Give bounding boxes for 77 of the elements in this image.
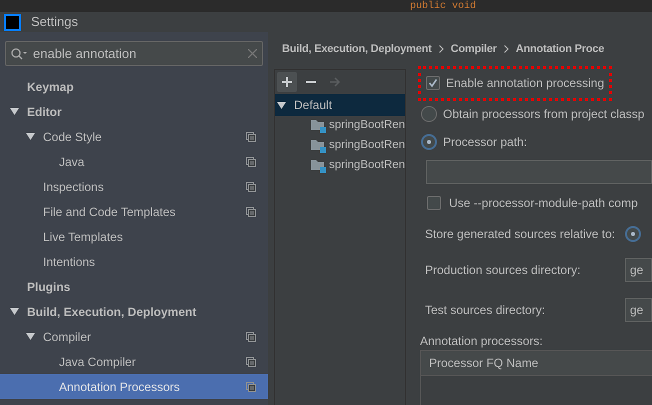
radio-label: Obtain processors from project classp (443, 106, 644, 123)
sidebar-item[interactable]: Compiler (0, 324, 268, 349)
sidebar-item-label: Java Compiler (59, 354, 136, 370)
module-item[interactable]: springBootRen (275, 136, 405, 156)
sidebar-item[interactable]: Live Templates (0, 224, 268, 249)
sidebar-item[interactable]: Inspections (0, 174, 268, 199)
expanded-arrow-icon[interactable] (26, 132, 35, 141)
search-field[interactable]: enable annotation (33, 44, 242, 64)
sidebar-item[interactable]: Intentions (0, 249, 268, 274)
checkmark-icon (428, 78, 438, 88)
sidebar-item-label: Keymap (27, 78, 74, 96)
sidebar-item[interactable]: Code Style (0, 124, 268, 149)
copy-icon (246, 206, 256, 216)
section-label: Annotation processors: (419, 333, 544, 350)
sidebar-item-label: Code Style (43, 128, 102, 146)
directory-field[interactable]: ge (625, 258, 652, 282)
chevron-right-icon (438, 45, 444, 53)
module-folder-icon (311, 119, 327, 133)
sidebar-item-label: File and Code Templates (43, 204, 176, 220)
sidebar-item[interactable]: Build, Execution, Deployment (0, 299, 268, 324)
chevron-right-icon (504, 45, 509, 53)
copy-icon (246, 382, 256, 392)
search-icon (11, 48, 27, 60)
arrow-right-icon (329, 76, 341, 88)
add-icon (281, 76, 293, 88)
checkbox-label: Use --processor-module-path comp (449, 195, 638, 212)
search-box[interactable]: enable annotation (5, 41, 263, 66)
field-label: Test sources directory: (425, 302, 546, 319)
sidebar-item[interactable]: Java Compiler (0, 349, 268, 374)
sidebar-item-label: Inspections (43, 178, 104, 196)
breadcrumb-item[interactable]: Build, Execution, Deployment (282, 40, 432, 58)
module-item[interactable]: springBootRen (275, 156, 405, 176)
sidebar-item-label: Java (59, 154, 84, 170)
radio-button[interactable] (625, 226, 642, 242)
sidebar-item[interactable]: Plugins (0, 274, 268, 299)
copy-icon (246, 132, 256, 142)
checkbox[interactable] (427, 196, 441, 210)
sidebar-item-label: Annotation Processors (59, 378, 180, 396)
module-folder-icon (311, 159, 327, 173)
copy-icon (246, 356, 256, 366)
field-label: Production sources directory: (425, 262, 582, 279)
copy-icon (246, 332, 256, 342)
module-item[interactable]: springBootRen (275, 116, 405, 136)
radio-label: Processor path: (443, 134, 528, 151)
copy-icon (246, 182, 256, 192)
sidebar-item-label: Intentions (43, 254, 96, 270)
sidebar-item-label: Live Templates (43, 228, 123, 246)
sidebar-item-label: Plugins (27, 278, 70, 296)
expanded-arrow-icon[interactable] (26, 332, 35, 341)
sidebar-item[interactable]: File and Code Templates (0, 199, 268, 224)
column-header[interactable]: Processor FQ Name (421, 351, 652, 376)
expanded-arrow-icon[interactable] (10, 107, 19, 116)
profile-item[interactable]: Default (275, 94, 405, 116)
window-title: Settings (31, 13, 78, 32)
radio-button[interactable] (421, 134, 437, 150)
directory-field[interactable]: ge (625, 298, 652, 322)
processor-path-field[interactable] (426, 160, 652, 184)
checkbox[interactable] (426, 76, 440, 90)
sidebar-item[interactable]: Java (0, 149, 268, 174)
sidebar-item[interactable]: Annotation Processors (0, 374, 268, 399)
sidebar-item[interactable]: Editor (0, 99, 268, 124)
expanded-arrow-icon[interactable] (10, 307, 19, 316)
breadcrumb-item[interactable]: Compiler (450, 40, 497, 58)
module-folder-icon (311, 139, 327, 153)
breadcrumb-item[interactable]: Annotation Proce (516, 40, 604, 58)
checkbox-label: Enable annotation processing (446, 75, 604, 92)
sidebar-item[interactable]: Keymap (0, 74, 268, 99)
sidebar-item-label: Build, Execution, Deployment (27, 304, 196, 320)
copy-icon (246, 156, 256, 166)
expanded-arrow-icon[interactable] (277, 100, 286, 110)
field-label: Store generated sources relative to: (425, 226, 616, 243)
radio-button[interactable] (421, 106, 437, 122)
add-button[interactable] (277, 72, 297, 92)
code-text: public void (410, 0, 476, 12)
sidebar-item-label: Editor (27, 104, 62, 120)
sidebar-item-label: Compiler (43, 328, 92, 346)
app-logo-icon (4, 14, 21, 30)
